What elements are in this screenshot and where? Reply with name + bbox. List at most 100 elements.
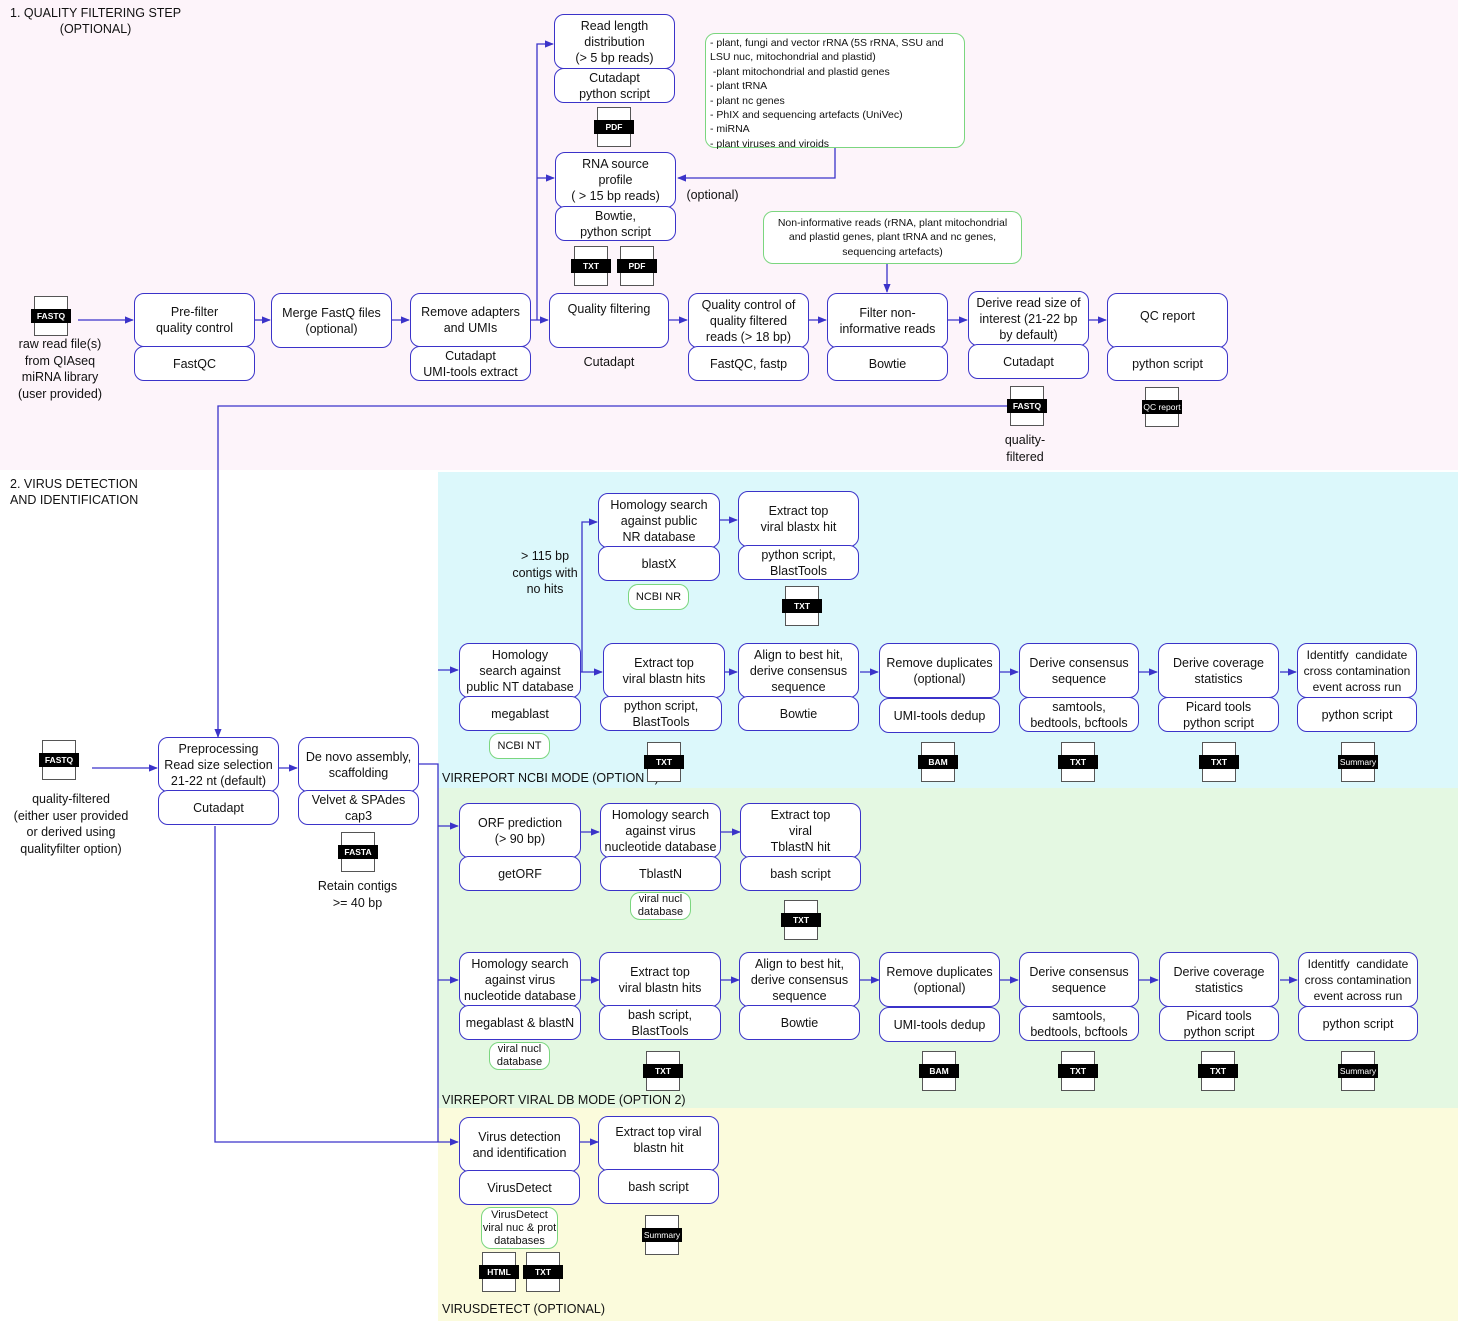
- filter-noninformative-step[interactable]: Filter non- informative reads: [827, 293, 948, 348]
- remove-adapters-step[interactable]: Remove adapters and UMIs: [410, 293, 531, 347]
- rna-source-profile-tool[interactable]: Bowtie, python script: [555, 206, 676, 241]
- viral-blastn-search-step[interactable]: Homology search against virus nucleotide…: [459, 952, 581, 1007]
- virusdetect-extract-step[interactable]: Extract top viral blastn hit: [598, 1116, 719, 1171]
- db-list-item: - plant viruses and viroids: [710, 137, 830, 150]
- qc-report-tool[interactable]: python script: [1107, 346, 1228, 381]
- txt-output-icon: TXT: [1199, 742, 1239, 782]
- txt-output-icon: TXT: [644, 742, 684, 782]
- ncbi-nt-search-tool[interactable]: megablast: [459, 696, 581, 731]
- viral-blastn-search-tool[interactable]: megablast & blastN: [459, 1005, 581, 1040]
- virusdetect-panel: [438, 1108, 1458, 1321]
- txt-output-icon: TXT: [1058, 742, 1098, 782]
- viral-consensus-step[interactable]: Derive consensus sequence: [1019, 952, 1139, 1007]
- raw-reads-caption: raw read file(s) from QIAseq miRNA libra…: [17, 337, 103, 401]
- extract-blastx-tool[interactable]: python script, BlastTools: [738, 545, 859, 580]
- txt-output-icon: TXT: [781, 900, 821, 940]
- filter-noninformative-tool[interactable]: Bowtie: [827, 346, 948, 381]
- qc-filtered-reads-step[interactable]: Quality control of quality filtered read…: [688, 293, 809, 348]
- db-list-item: - miRNA: [710, 123, 750, 136]
- ncbi-nr-database: NCBI NR: [628, 584, 689, 610]
- preprocessing-step[interactable]: Preprocessing Read size selection 21-22 …: [158, 737, 279, 792]
- viral-consensus-tool[interactable]: samtools, bedtools, bcftools: [1019, 1006, 1139, 1041]
- db-list-item: - PhIX and sequencing artefacts (UniVec): [710, 109, 903, 122]
- orf-prediction-tool[interactable]: getORF: [459, 856, 581, 891]
- merge-fastq-step[interactable]: Merge FastQ files (optional): [271, 293, 392, 348]
- ncbi-align-tool[interactable]: Bowtie: [738, 696, 859, 731]
- viral-cross-contamination-tool[interactable]: python script: [1298, 1006, 1418, 1041]
- ncbi-align-step[interactable]: Align to best hit, derive consensus sequ…: [738, 643, 859, 698]
- qc-report-step[interactable]: QC report: [1107, 293, 1228, 348]
- no-hits-label: > 115 bp contigs with no hits: [512, 549, 578, 596]
- ncbi-dedup-tool[interactable]: UMI-tools dedup: [879, 698, 1000, 733]
- ncbi-extract-blastn-step[interactable]: Extract top viral blastn hits: [603, 643, 725, 698]
- ncbi-consensus-tool[interactable]: samtools, bedtools, bcftools: [1019, 697, 1139, 732]
- ncbi-nr-search-step[interactable]: Homology search against public NR databa…: [598, 493, 720, 548]
- virus-detection-tool[interactable]: VirusDetect: [459, 1170, 580, 1205]
- viral-align-tool[interactable]: Bowtie: [739, 1005, 860, 1040]
- quality-filtered-caption: quality- filtered: [1004, 433, 1046, 464]
- viral-coverage-step[interactable]: Derive coverage statistics: [1159, 952, 1279, 1007]
- quality-filtering-tool: Cutadapt: [583, 355, 635, 369]
- db-list-item: -plant mitochondrial and plastid genes: [710, 65, 890, 78]
- ncbi-nr-search-tool[interactable]: blastX: [598, 546, 720, 581]
- ncbi-cross-contamination-step[interactable]: Identitfy candidate cross contamination …: [1297, 643, 1417, 698]
- viral-extract-blastn-tool[interactable]: bash script, BlastTools: [599, 1005, 721, 1040]
- viral-coverage-tool[interactable]: Picard tools python script: [1159, 1006, 1279, 1041]
- viral-dedup-step[interactable]: Remove duplicates (optional): [879, 952, 1000, 1007]
- prefilter-qc-tool[interactable]: FastQC: [134, 346, 255, 381]
- extract-tblastn-step[interactable]: Extract top viral TblastN hit: [740, 803, 861, 858]
- txt-output-icon: TXT: [523, 1252, 563, 1292]
- txt-output-icon: TXT: [782, 586, 822, 626]
- summary-output-icon: Summary: [1338, 1051, 1378, 1091]
- tblastn-search-tool[interactable]: TblastN: [600, 856, 721, 891]
- panel-label-virusdetect: VIRUSDETECT (OPTIONAL): [442, 1302, 605, 1316]
- read-length-step[interactable]: Read length distribution (> 5 bp reads): [554, 14, 675, 69]
- html-output-icon: HTML: [479, 1252, 519, 1292]
- txt-output-icon: TXT: [1198, 1051, 1238, 1091]
- preprocessing-tool[interactable]: Cutadapt: [158, 790, 279, 825]
- extract-tblastn-tool[interactable]: bash script: [740, 856, 861, 891]
- bam-output-icon: BAM: [918, 742, 958, 782]
- pdf-output-icon: PDF: [617, 246, 657, 286]
- virus-detection-step[interactable]: Virus detection and identification: [459, 1117, 580, 1172]
- virusdetect-extract-tool[interactable]: bash script: [598, 1169, 719, 1204]
- viral-extract-blastn-step[interactable]: Extract top viral blastn hits: [599, 952, 721, 1007]
- fastq-output-icon: FASTQ: [1007, 386, 1047, 426]
- qc-report-output-icon: QC report: [1142, 387, 1182, 427]
- tblastn-search-step[interactable]: Homology search against virus nucleotide…: [600, 803, 721, 858]
- derive-read-size-step[interactable]: Derive read size of interest (21-22 bp b…: [968, 291, 1089, 346]
- ncbi-coverage-tool[interactable]: Picard tools python script: [1158, 697, 1279, 732]
- extract-blastx-step[interactable]: Extract top viral blastx hit: [738, 491, 859, 547]
- db-list-item: - plant nc genes: [710, 94, 785, 107]
- retain-contigs-caption: Retain contigs >= 40 bp: [317, 879, 398, 910]
- ncbi-cross-contamination-tool[interactable]: python script: [1297, 697, 1417, 732]
- ncbi-consensus-step[interactable]: Derive consensus sequence: [1019, 643, 1139, 698]
- db-list-item: - plant, fungi and vector rRNA (5S rRNA,…: [710, 37, 944, 49]
- section-title-virus-detection: 2. VIRUS DETECTION AND IDENTIFICATION: [10, 477, 139, 507]
- derive-read-size-tool[interactable]: Cutadapt: [968, 344, 1089, 379]
- ncbi-extract-blastn-tool[interactable]: python script, BlastTools: [600, 696, 722, 731]
- de-novo-assembly-step[interactable]: De novo assembly, scaffolding: [298, 737, 419, 792]
- panel-label-ncbi-mode: VIRREPORT NCBI MODE (OPTION 1): [442, 771, 659, 785]
- qc-filtered-reads-tool[interactable]: FastQC, fastp: [688, 346, 809, 381]
- fasta-output-icon: FASTA: [338, 832, 378, 872]
- ncbi-dedup-step[interactable]: Remove duplicates (optional): [879, 643, 1000, 698]
- summary-output-icon: Summary: [642, 1215, 682, 1255]
- rna-source-profile-step[interactable]: RNA source profile ( > 15 bp reads): [555, 152, 676, 208]
- txt-output-icon: TXT: [643, 1051, 683, 1091]
- ncbi-nt-search-step[interactable]: Homology search against public NT databa…: [459, 643, 581, 698]
- viral-dedup-tool[interactable]: UMI-tools dedup: [879, 1007, 1000, 1042]
- panel-label-viral-db-mode: VIRREPORT VIRAL DB MODE (OPTION 2): [442, 1093, 686, 1107]
- bam-output-icon: BAM: [919, 1051, 959, 1091]
- noninformative-reads-database: Non-informative reads (rRNA, plant mitoc…: [763, 211, 1022, 264]
- viral-cross-contamination-step[interactable]: Identitfy candidate cross contamination …: [1298, 952, 1418, 1007]
- quality-filtering-step[interactable]: Quality filtering: [549, 293, 669, 348]
- orf-prediction-step[interactable]: ORF prediction (> 90 bp): [459, 803, 581, 858]
- remove-adapters-tool[interactable]: Cutadapt UMI-tools extract: [410, 346, 531, 381]
- viral-align-step[interactable]: Align to best hit, derive consensus sequ…: [739, 952, 860, 1007]
- prefilter-qc-step[interactable]: Pre-filter quality control: [134, 293, 255, 347]
- ncbi-nt-database: NCBI NT: [489, 733, 550, 759]
- ncbi-coverage-step[interactable]: Derive coverage statistics: [1158, 643, 1279, 698]
- read-length-tool[interactable]: Cutadapt python script: [554, 68, 675, 103]
- de-novo-assembly-tool[interactable]: Velvet & SPAdes cap3: [298, 790, 419, 825]
